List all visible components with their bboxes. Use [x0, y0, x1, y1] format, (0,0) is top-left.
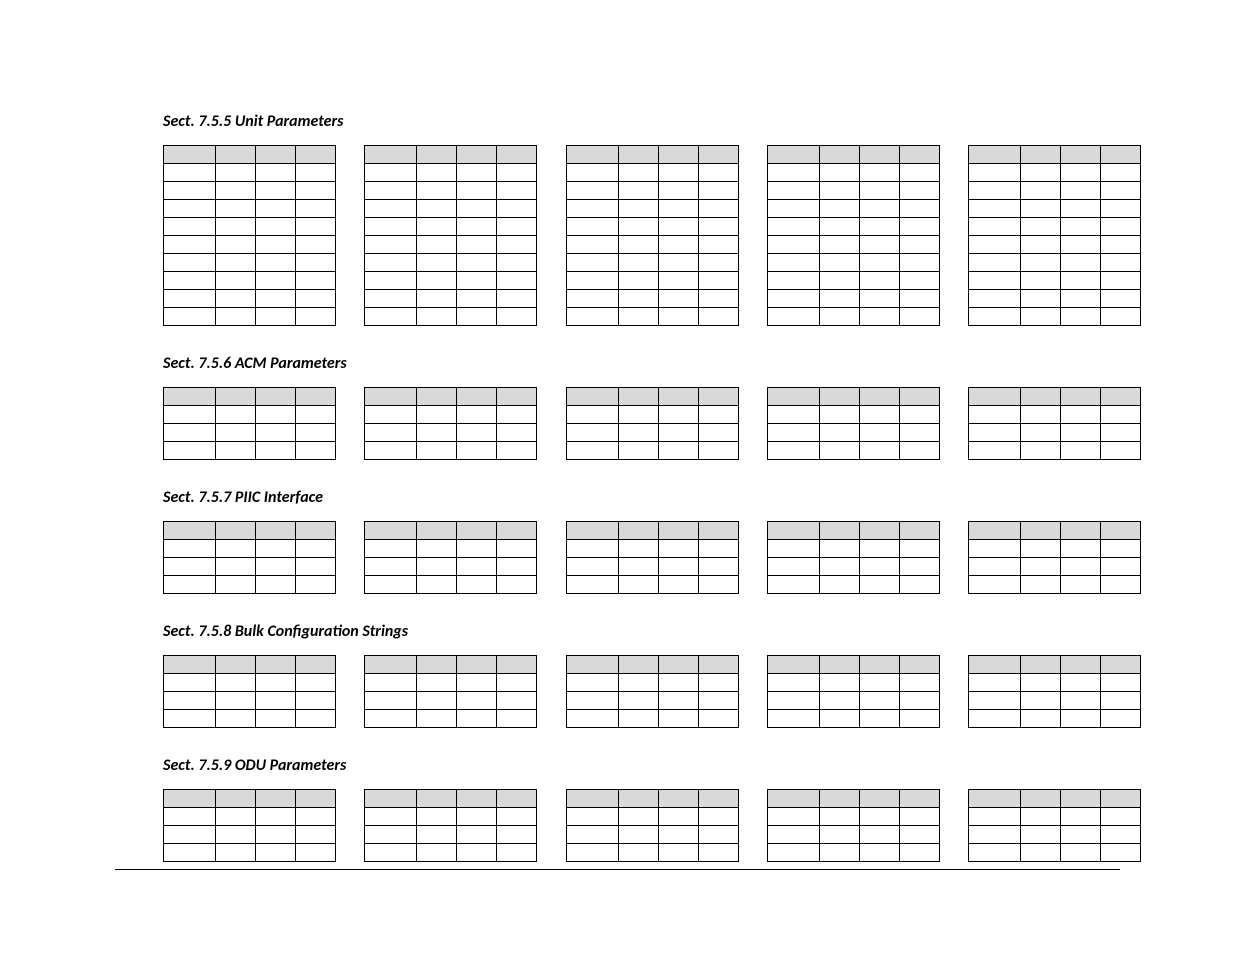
- table-755-2: [364, 145, 537, 326]
- table-757-3: [566, 521, 739, 594]
- section-heading-755: Sect. 7.5.5 Unit Parameters: [163, 112, 1141, 131]
- table-757-4: [767, 521, 940, 594]
- table-758-3: [566, 655, 739, 728]
- table-759-3: [566, 789, 739, 862]
- section-heading-759: Sect. 7.5.9 ODU Parameters: [163, 756, 1141, 775]
- section-heading-756: Sect. 7.5.6 ACM Parameters: [163, 354, 1141, 373]
- section-heading-757: Sect. 7.5.7 PIIC Interface: [163, 488, 1141, 507]
- table-758-1: [163, 655, 336, 728]
- table-757-5: [968, 521, 1141, 594]
- table-755-5: [968, 145, 1141, 326]
- table-759-5: [968, 789, 1141, 862]
- table-756-4: [767, 387, 940, 460]
- page: Sect. 7.5.5 Unit Parameters Sect. 7.5.6 …: [0, 0, 1235, 954]
- tables-row-758: [163, 655, 1141, 728]
- table-756-3: [566, 387, 739, 460]
- section-heading-758: Sect. 7.5.8 Bulk Configuration Strings: [163, 622, 1141, 641]
- tables-row-757: [163, 521, 1141, 594]
- table-757-1: [163, 521, 336, 594]
- tables-row-756: [163, 387, 1141, 460]
- content-area: Sect. 7.5.5 Unit Parameters Sect. 7.5.6 …: [163, 112, 1141, 890]
- table-755-4: [767, 145, 940, 326]
- table-758-4: [767, 655, 940, 728]
- tables-row-755: [163, 145, 1141, 326]
- table-759-1: [163, 789, 336, 862]
- footer-rule: [115, 869, 1120, 870]
- table-756-2: [364, 387, 537, 460]
- table-759-2: [364, 789, 537, 862]
- table-755-1: [163, 145, 336, 326]
- table-757-2: [364, 521, 537, 594]
- tables-row-759: [163, 789, 1141, 862]
- table-756-5: [968, 387, 1141, 460]
- table-758-2: [364, 655, 537, 728]
- table-756-1: [163, 387, 336, 460]
- table-759-4: [767, 789, 940, 862]
- table-758-5: [968, 655, 1141, 728]
- table-755-3: [566, 145, 739, 326]
